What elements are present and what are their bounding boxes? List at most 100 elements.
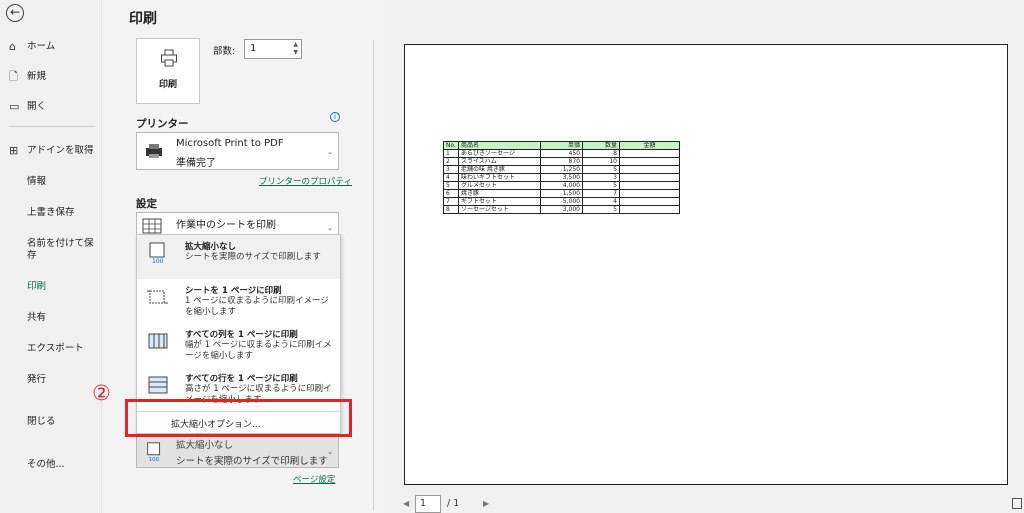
sidebar-item-label: 情報 (27, 176, 47, 187)
table-row: 2 スライスハム 870 10 (443, 157, 680, 166)
copies-value: 1 (250, 43, 257, 54)
scaling-dropdown[interactable]: 100 拡大縮小なし シートを実際のサイズで印刷します ⌄ (136, 434, 339, 468)
prev-page-icon[interactable]: ◀ (403, 499, 409, 508)
copies-label: 部数: (213, 46, 236, 57)
annotation-number: ② (92, 381, 111, 405)
table-header-row: No. 商品名 単価 数量 金額 (443, 141, 680, 150)
cell: 1,500 (539, 189, 583, 198)
sidebar-item-label: 名前を付けて保存 (27, 238, 94, 261)
cell: ギフトセット (457, 197, 541, 206)
cell: 5 (581, 165, 620, 174)
table-row: 4 味わいギフトセット 3,500 3 (443, 173, 680, 182)
scaling-desc: シートを実際のサイズで印刷します (176, 456, 328, 467)
sidebar-item-label: 発行 (27, 374, 47, 385)
cell: 4 (581, 197, 620, 206)
fit-sheet-icon (147, 290, 168, 304)
column-header: 金額 (618, 141, 680, 150)
spin-arrows-icon[interactable]: ▲ ▼ (293, 41, 298, 57)
page-setup-link[interactable]: ページ設定 (293, 473, 335, 485)
addins-grid-icon: ⊞ (9, 144, 19, 157)
table-row: 1 あらびきソーセージ 450 8 (443, 149, 680, 158)
printer-device-icon (146, 144, 162, 158)
annotation-highlight-box (125, 399, 352, 437)
table-row: 7 ギフトセット 5,000 4 (443, 197, 680, 206)
table-row: 3 老舗の味 焼き豚 1,250 5 (443, 165, 680, 174)
page-total: / 1 (447, 498, 460, 509)
sidebar-item-label: 共有 (27, 312, 47, 323)
svg-text:100: 100 (152, 258, 164, 265)
sidebar-item-label: 新規 (27, 71, 47, 82)
page-title: 印刷 (129, 11, 157, 27)
cell: 1,250 (539, 165, 583, 174)
chevron-down-icon: ⌄ (327, 448, 333, 456)
cell (618, 205, 680, 214)
cell (618, 157, 680, 166)
svg-text:100: 100 (149, 457, 160, 463)
menu-item-desc: 1 ページに収まるように印刷イメージを縮小します (185, 296, 329, 317)
cell: 3 (443, 165, 459, 174)
back-arrow-icon[interactable]: ← (6, 4, 24, 22)
zoom-to-page-icon[interactable] (1012, 498, 1022, 509)
sidebar-item-label: ホーム (27, 41, 56, 52)
cell: 3 (581, 173, 620, 182)
column-header: No. (443, 141, 459, 150)
menu-item-fit-columns[interactable]: すべての列を 1 ページに印刷 幅が 1 ページに収まるように印刷イメージを縮小… (137, 323, 340, 367)
menu-item-desc: 幅が 1 ページに収まるように印刷イメージを縮小します (185, 340, 332, 361)
cell (618, 165, 680, 174)
menu-item-title: すべての列を 1 ページに印刷 (185, 330, 298, 340)
chevron-down-icon: ⌄ (327, 148, 333, 156)
column-header: 商品名 (457, 141, 541, 150)
preview-divider (373, 40, 374, 510)
actual-size-icon: 100 (149, 242, 165, 265)
menu-item-desc: シートを実際のサイズで印刷します (185, 252, 321, 262)
cell: 5 (581, 181, 620, 190)
column-header: 単価 (539, 141, 583, 150)
preview-table: No. 商品名 単価 数量 金額 1 あらびきソーセージ 450 8 2 スライスハム 8… (443, 141, 680, 214)
print-button[interactable]: 印刷 (136, 38, 200, 104)
scaling-title: 拡大縮小なし (176, 440, 234, 451)
cell (618, 197, 680, 206)
sidebar-item-label: 閉じる (27, 416, 56, 427)
next-page-icon[interactable]: ▶ (483, 499, 489, 508)
cell: 8 (581, 149, 620, 158)
cell: ソーセージセット (457, 205, 541, 214)
printer-status: 準備完了 (176, 158, 216, 169)
cell: 450 (539, 149, 583, 158)
cell: 7 (581, 189, 620, 198)
cell: あらびきソーセージ (457, 149, 541, 158)
print-range-dropdown[interactable]: 作業中のシートを印刷 ⌄ (136, 212, 339, 236)
cell: 味わいギフトセット (457, 173, 541, 182)
cell: 4 (443, 173, 459, 182)
cell: 3,000 (539, 205, 583, 214)
cell: 3,500 (539, 173, 583, 182)
sidebar-item-label: エクスポート (27, 343, 84, 354)
cell: 5 (581, 205, 620, 214)
preview-page: No. 商品名 単価 数量 金額 1 あらびきソーセージ 450 8 2 スライスハム 8… (404, 44, 1008, 485)
sidebar-item-label: 印刷 (27, 281, 47, 292)
page-number-input[interactable]: 1 (415, 495, 441, 513)
sidebar-divider (9, 126, 95, 127)
preview-sheet: No. 商品名 単価 数量 金額 1 あらびきソーセージ 450 8 2 スライスハム 8… (443, 141, 680, 214)
cell: 10 (581, 157, 620, 166)
sidebar: ← ⌂ ホーム 🗋 新規 ▭ 開く ⊞ アドインを取得 情報 上書き保存 名前を… (0, 0, 102, 513)
cell: 5 (443, 181, 459, 190)
menu-item-title: 拡大縮小なし (185, 242, 237, 252)
printer-dropdown[interactable]: Microsoft Print to PDF 準備完了 ⌄ (136, 132, 339, 170)
menu-item-no-scaling[interactable]: 100 拡大縮小なし シートを実際のサイズで印刷します (137, 235, 340, 279)
settings-section-title: 設定 (136, 198, 157, 210)
printer-properties-link[interactable]: プリンターのプロパティ (259, 175, 352, 187)
cell: 焼き豚 (457, 189, 541, 198)
new-document-icon: 🗋 (9, 70, 18, 83)
folder-icon: ▭ (9, 100, 20, 113)
cell: 6 (443, 189, 459, 198)
menu-item-fit-sheet[interactable]: シートを 1 ページに印刷 1 ページに収まるように印刷イメージを縮小します (137, 279, 340, 323)
sidebar-item-label: 開く (27, 101, 47, 112)
cell (618, 149, 680, 158)
table-row: 5 グルメセット 4,000 5 (443, 181, 680, 190)
cell: 4,000 (539, 181, 583, 190)
cell: 2 (443, 157, 459, 166)
table-row: 6 焼き豚 1,500 7 (443, 189, 680, 198)
copies-stepper[interactable]: 1 ▲ ▼ (244, 39, 302, 59)
print-backstage: ← ⌂ ホーム 🗋 新規 ▭ 開く ⊞ アドインを取得 情報 上書き保存 名前を… (0, 0, 1024, 513)
info-icon[interactable]: i (330, 112, 340, 122)
